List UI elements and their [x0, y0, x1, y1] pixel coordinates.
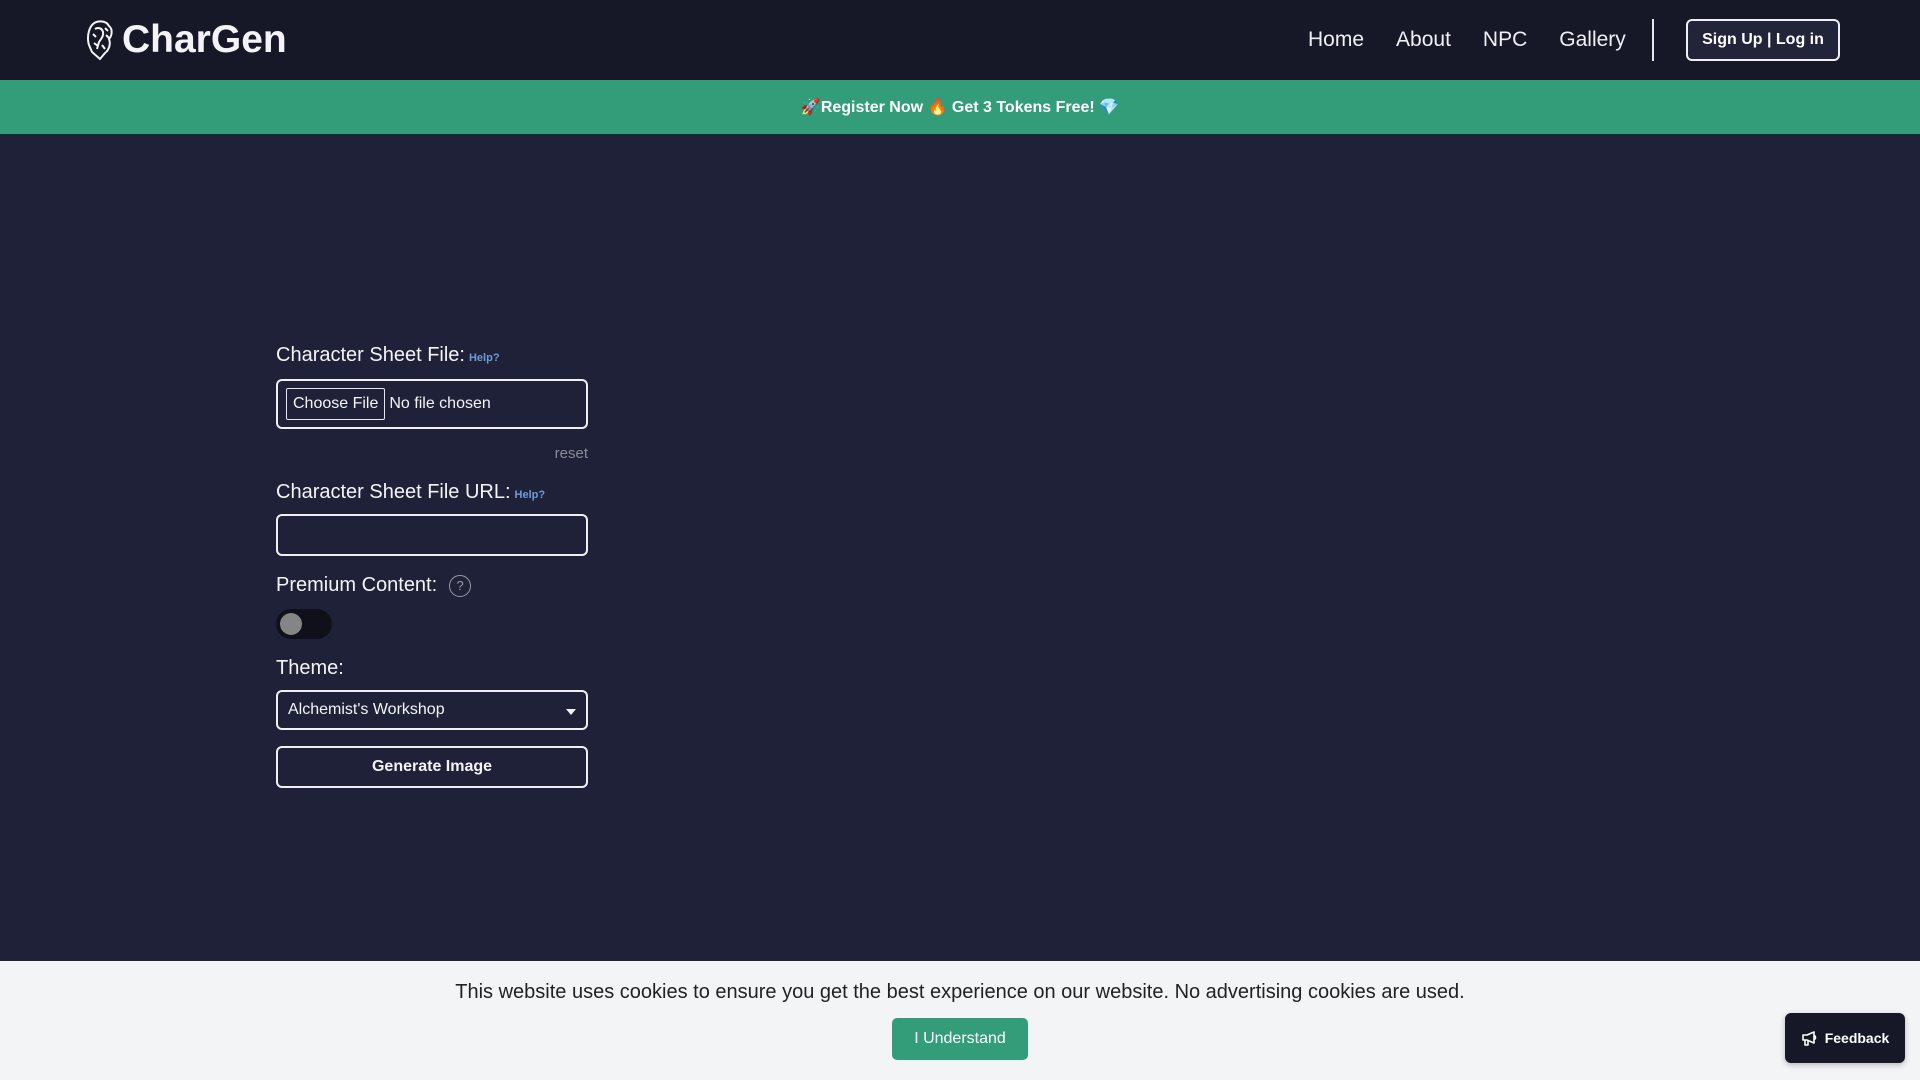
nav-link-home[interactable]: Home — [1308, 28, 1364, 52]
file-url-input[interactable] — [276, 514, 588, 556]
nav-link-gallery[interactable]: Gallery — [1559, 28, 1626, 52]
url-label-row: Character Sheet File URL: Help? — [276, 481, 588, 504]
file-label-row: Character Sheet File: Help? — [276, 344, 588, 367]
brand-name: CharGen — [122, 18, 287, 61]
theme-selected-value: Alchemist's Workshop — [288, 701, 445, 718]
signup-login-button[interactable]: Sign Up | Log in — [1686, 19, 1840, 61]
choose-file-button[interactable]: Choose File — [286, 388, 386, 420]
url-help-link[interactable]: Help? — [515, 489, 546, 501]
feedback-label: Feedback — [1824, 1030, 1890, 1046]
cookie-banner: This website uses cookies to ensure you … — [0, 961, 1920, 1080]
theme-label: Theme: — [276, 657, 344, 679]
nav-link-about[interactable]: About — [1396, 28, 1451, 52]
toggle-knob — [280, 613, 302, 635]
nav-link-npc[interactable]: NPC — [1483, 28, 1527, 52]
brand-home-link[interactable]: CharGen — [84, 18, 287, 62]
theme-label-row: Theme: — [276, 657, 588, 680]
feedback-button[interactable]: Feedback — [1785, 1013, 1905, 1063]
theme-select[interactable]: Alchemist's Workshop — [276, 690, 588, 730]
caret-down-icon — [566, 709, 576, 715]
file-status: No file chosen — [389, 395, 491, 412]
reset-link[interactable]: reset — [555, 445, 588, 462]
file-help-link[interactable]: Help? — [469, 352, 500, 364]
premium-label-row: Premium Content: ? — [276, 574, 588, 597]
url-label: Character Sheet File URL: — [276, 481, 511, 503]
cookie-message: This website uses cookies to ensure you … — [455, 981, 1465, 1003]
character-sheet-form: Character Sheet File: Help? Choose File … — [276, 344, 588, 788]
question-circle-icon[interactable]: ? — [449, 574, 472, 597]
nav-links: Home About NPC Gallery — [1308, 22, 1658, 58]
premium-content-toggle[interactable] — [276, 609, 332, 639]
cookie-accept-button[interactable]: I Understand — [892, 1018, 1028, 1060]
promo-banner[interactable]: 🚀Register Now 🔥 Get 3 Tokens Free! 💎 — [0, 80, 1920, 134]
file-label: Character Sheet File: — [276, 344, 465, 366]
generate-image-button[interactable]: Generate Image — [276, 746, 588, 788]
lion-head-logo-icon — [87, 20, 113, 61]
premium-label: Premium Content: — [276, 574, 438, 596]
file-input[interactable]: Choose File No file chosen — [276, 379, 588, 429]
megaphone-icon — [1801, 1031, 1816, 1046]
reset-row: reset — [276, 443, 588, 465]
navbar: CharGen Home About NPC Gallery Sign Up |… — [0, 0, 1920, 80]
nav-divider — [1652, 19, 1654, 61]
